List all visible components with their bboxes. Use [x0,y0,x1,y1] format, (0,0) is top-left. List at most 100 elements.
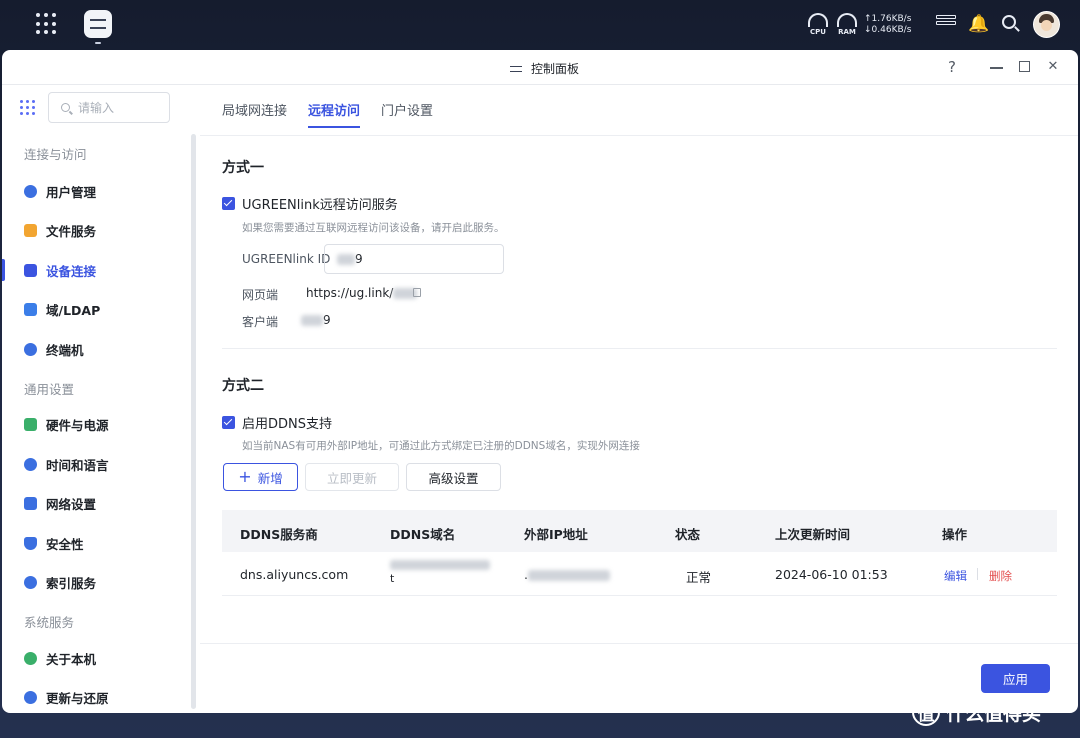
section-divider [222,348,1057,349]
sidebar-item-terminal[interactable]: 终端机 [2,332,188,366]
ugreenlink-checkbox-label: UGREENlink远程访问服务 [242,198,398,213]
desktop-topbar: CPU RAM ↑1.76KB/s ↓0.46KB/s 🔔 [0,0,1080,50]
upload-speed: ↑1.76KB/s [864,14,912,24]
sidebar-item-security[interactable]: 安全性 [2,526,188,560]
web-url-text: https://ug.link/ [306,286,394,300]
sidebar-item-users[interactable]: 用户管理 [2,174,188,208]
section-system: 系统服务 [24,615,75,630]
app-launcher-icon[interactable] [36,13,58,35]
col-actions: 操作 [942,527,968,542]
add-button-label: 新增 [257,470,283,486]
update-now-button[interactable]: 立即更新 [305,463,399,491]
section-general: 通用设置 [24,382,75,397]
search-icon[interactable] [1002,15,1022,33]
watermark: 值 什么值得买 [912,698,1041,726]
refresh-icon [24,690,37,704]
sidebar-item-label: 更新与还原 [46,690,109,706]
cell-provider: dns.aliyuncs.com [240,567,349,582]
sidebar-item-file-services[interactable]: 文件服务 [2,213,188,247]
add-ddns-button[interactable]: + 新增 [223,463,298,491]
main-panel: 局域网连接 远程访问 门户设置 方式一 UGREENlink远程访问服务 如果您… [200,86,1078,713]
sidebar-item-network[interactable]: 网络设置 [2,486,188,520]
task-manager-icon[interactable] [936,15,956,33]
network-icon [24,496,37,510]
col-last-updated: 上次更新时间 [775,527,851,542]
help-button[interactable]: ? [942,58,962,76]
control-panel-icon [509,63,523,75]
sidebar-item-about[interactable]: 关于本机 [2,641,188,675]
table-header: DDNS服务商 DDNS域名 外部IP地址 状态 上次更新时间 操作 [222,510,1057,552]
cell-last-updated: 2024-06-10 01:53 [775,567,888,582]
sidebar-item-indexing[interactable]: 索引服务 [2,565,188,599]
control-panel-app-icon[interactable] [84,10,112,38]
maximize-icon[interactable] [1019,61,1030,72]
sidebar-item-label: 域/LDAP [46,302,101,318]
ddns-checkbox-label: 启用DDNS支持 [242,417,332,432]
ugreenlink-checkbox-row[interactable]: UGREENlink远程访问服务 [222,194,398,213]
user-avatar[interactable] [1033,11,1060,38]
web-url[interactable]: https://ug.link/ [306,286,418,300]
method2-hint: 如当前NAS有可用外部IP地址，可通过此方式绑定已注册的DDNS域名，实现外网连… [242,440,640,452]
advanced-settings-button[interactable]: 高级设置 [406,463,501,491]
control-panel-window: 控制面板 ? ✕ 请输入 连接与访问 用户管理 文件服务 设备连接 域/LDAP… [2,50,1078,713]
folder-icon [24,223,37,237]
redacted-mask [337,254,355,265]
sidebar-item-label: 文件服务 [46,223,97,239]
redacted-mask [301,315,323,326]
sidebar: 请输入 连接与访问 用户管理 文件服务 设备连接 域/LDAP 终端机 通用设置… [2,86,198,713]
tab-bar: 局域网连接 远程访问 门户设置 [200,86,1078,136]
sidebar-item-update[interactable]: 更新与还原 [2,680,188,713]
action-separator [977,568,978,580]
search-icon [61,103,70,112]
grid-menu-icon[interactable] [20,100,35,115]
apply-button[interactable]: 应用 [981,664,1050,693]
sidebar-item-label: 终端机 [46,342,84,358]
table-row[interactable]: dns.aliyuncs.com t . 正常 2024-06-10 01:53… [222,552,1057,596]
ugreenlink-checkbox[interactable] [222,197,235,210]
copy-icon[interactable] [413,288,421,297]
sidebar-item-label: 硬件与电源 [46,417,109,433]
tab-remote-access[interactable]: 远程访问 [308,100,361,128]
tab-portal[interactable]: 门户设置 [381,100,433,126]
watermark-logo: 值 [912,698,940,726]
col-domain: DDNS域名 [390,527,456,542]
delete-link[interactable]: 删除 [989,568,1012,584]
cell-status: 正常 [686,570,712,585]
window-title: 控制面板 [509,60,579,77]
cpu-gauge-icon[interactable]: CPU [807,13,829,36]
sidebar-item-ldap[interactable]: 域/LDAP [2,292,188,326]
cpu-label: CPU [810,28,826,36]
close-icon[interactable]: ✕ [1043,58,1063,76]
minimize-icon[interactable] [990,67,1003,69]
sidebar-item-label: 索引服务 [46,575,97,591]
sidebar-scrollbar[interactable] [191,134,196,709]
sidebar-item-hardware[interactable]: 硬件与电源 [2,407,188,441]
sidebar-item-device-connection[interactable]: 设备连接 [2,253,188,287]
terminal-icon [24,342,37,356]
sidebar-item-label: 关于本机 [46,651,97,667]
method1-title: 方式一 [222,160,264,176]
sidebar-search-input[interactable]: 请输入 [48,92,170,123]
shield-icon [24,536,37,550]
ddns-checkbox-row[interactable]: 启用DDNS支持 [222,413,332,432]
web-label: 网页端 [242,288,279,302]
ddns-checkbox[interactable] [222,416,235,429]
method1-hint: 如果您需要通过互联网远程访问该设备，请开启此服务。 [242,222,505,234]
notification-bell-icon[interactable]: 🔔 [968,15,989,33]
watermark-text: 什么值得买 [946,702,1042,725]
sidebar-item-label: 时间和语言 [46,457,109,473]
download-speed: ↓0.46KB/s [864,25,912,35]
sidebar-item-time-language[interactable]: 时间和语言 [2,447,188,481]
ram-gauge-icon[interactable]: RAM [836,13,858,36]
window-titlebar: 控制面板 ? ✕ [2,50,1078,85]
info-icon [24,651,37,665]
tab-lan[interactable]: 局域网连接 [222,100,287,126]
edit-link[interactable]: 编辑 [944,568,967,584]
search-placeholder: 请输入 [78,101,115,115]
device-icon [24,263,37,277]
cell-external-ip: . [524,567,610,582]
running-indicator [95,42,101,44]
domain-icon [24,302,37,316]
ugreenlink-id-field[interactable]: 9 [324,244,504,274]
sidebar-item-label: 网络设置 [46,496,97,512]
